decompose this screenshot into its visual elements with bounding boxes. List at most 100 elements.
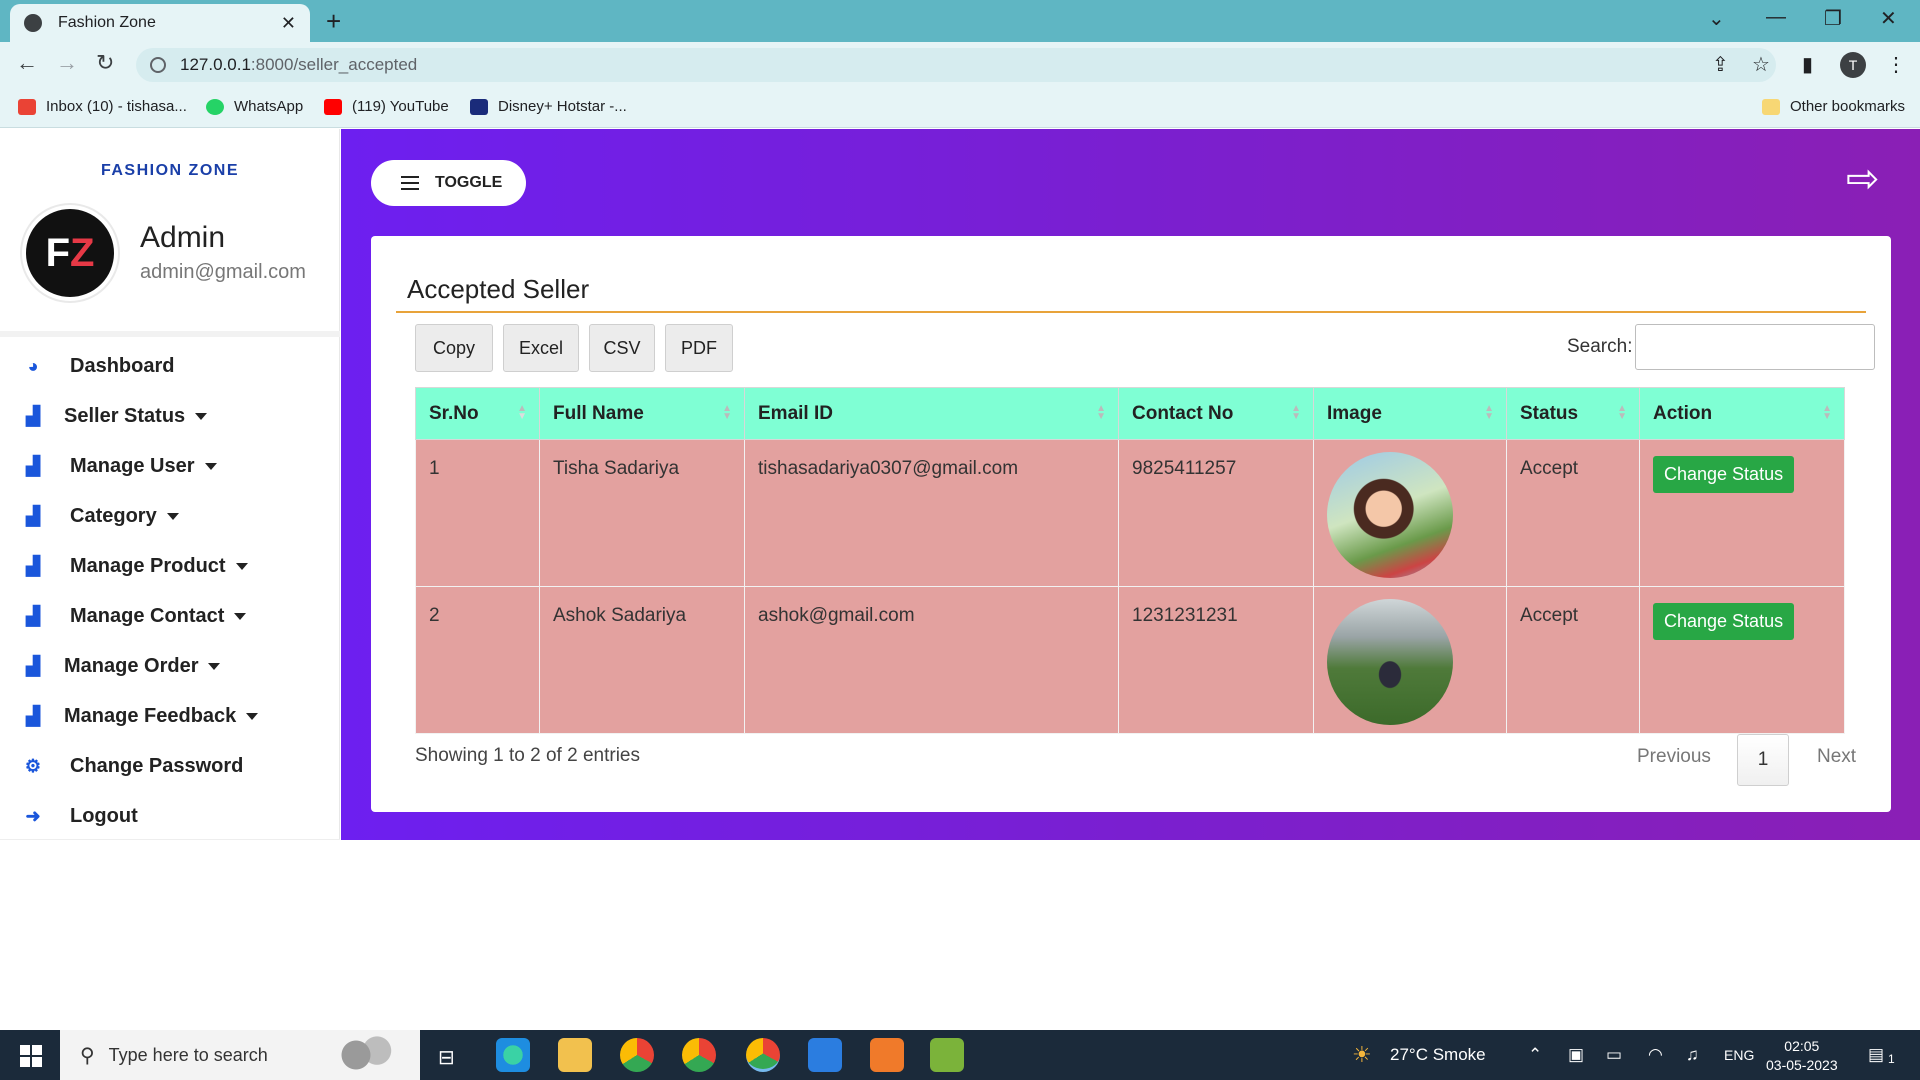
column-header-fullname[interactable]: Full Name ▲ ▼ — [539, 387, 745, 440]
column-header-label: Image — [1327, 402, 1382, 424]
sidebar-item-manage-contact[interactable]: ▟ Manage Contact — [0, 591, 340, 641]
chrome-icon[interactable] — [682, 1038, 716, 1072]
change-status-button[interactable]: Change Status — [1653, 603, 1795, 640]
column-header-email[interactable]: Email ID ▲ ▼ — [744, 387, 1119, 440]
column-header-label: Status — [1520, 402, 1579, 424]
notepad-icon[interactable] — [930, 1038, 964, 1072]
sidebar-item-manage-user[interactable]: ▟ Manage User — [0, 441, 340, 491]
sidebar-item-label: Manage Order — [64, 654, 199, 677]
new-tab-button[interactable]: + — [326, 6, 341, 37]
pdf-button[interactable]: PDF — [665, 324, 733, 372]
vscode-icon[interactable] — [808, 1038, 842, 1072]
sidebar-item-dashboard[interactable]: ◕ Dashboard — [0, 341, 340, 391]
meet-icon[interactable]: ▣ — [1568, 1045, 1584, 1065]
hotstar-icon — [470, 98, 488, 115]
sidebar-item-logout[interactable]: ➜ Logout — [0, 791, 340, 841]
whatsapp-icon — [206, 98, 224, 115]
close-tab-icon[interactable]: ✕ — [281, 13, 296, 34]
column-header-action[interactable]: Action ▲ ▼ — [1639, 387, 1845, 440]
edge-icon[interactable] — [496, 1038, 530, 1072]
cell-action: Change Status — [1639, 439, 1845, 587]
chevron-up-icon[interactable]: ⌃ — [1528, 1045, 1542, 1065]
search-input[interactable] — [1635, 324, 1875, 370]
file-explorer-icon[interactable] — [558, 1038, 592, 1072]
close-window-button[interactable]: ✕ — [1880, 6, 1897, 31]
column-header-srno[interactable]: Sr.No ▲ ▼ — [415, 387, 540, 440]
reload-button[interactable]: ↻ — [96, 50, 114, 76]
xampp-icon[interactable] — [870, 1038, 904, 1072]
table-row: 2 Ashok Sadariya ashok@gmail.com 1231231… — [415, 586, 1845, 734]
sidebar-item-manage-product[interactable]: ▟ Manage Product — [0, 541, 340, 591]
youtube-icon — [324, 98, 342, 115]
pagination-previous[interactable]: Previous — [1637, 746, 1711, 768]
sidebar-item-category[interactable]: ▟ Category — [0, 491, 340, 541]
csv-button[interactable]: CSV — [589, 324, 655, 372]
task-view-icon[interactable]: ⊟ — [438, 1045, 455, 1070]
chrome-active-icon[interactable] — [746, 1038, 780, 1072]
brand-title: FASHION ZONE — [100, 162, 239, 179]
sidebar-item-manage-feedback[interactable]: ▟ Manage Feedback — [0, 691, 340, 741]
sidebar: FASHION ZONE FZ Admin admin@gmail.com ◕ … — [0, 129, 340, 840]
column-header-image[interactable]: Image ▲ ▼ — [1313, 387, 1507, 440]
tab-search-icon[interactable]: ⌄ — [1708, 6, 1725, 31]
notifications-icon[interactable]: ▤ — [1868, 1045, 1884, 1065]
url-host: 127.0.0.1 — [180, 55, 251, 74]
clock-time: 02:05 — [1784, 1038, 1820, 1054]
excel-button[interactable]: Excel — [503, 324, 579, 372]
restore-button[interactable]: ❐ — [1824, 6, 1842, 31]
sidebar-item-seller-status[interactable]: ▟ Seller Status — [0, 391, 340, 441]
weather-text[interactable]: 27°C Smoke — [1390, 1045, 1486, 1065]
site-info-icon[interactable] — [150, 57, 166, 73]
profile-avatar[interactable]: T — [1840, 52, 1866, 78]
minimize-button[interactable]: — — [1766, 6, 1786, 29]
column-header-contact[interactable]: Contact No ▲ ▼ — [1118, 387, 1314, 440]
divider — [396, 311, 1866, 313]
language-indicator[interactable]: ENG — [1724, 1047, 1754, 1063]
bookmark-hotstar[interactable]: Disney+ Hotstar -... — [470, 98, 627, 115]
share-icon[interactable]: ⇪ — [1712, 52, 1729, 77]
bookmark-label: Disney+ Hotstar -... — [498, 98, 627, 115]
pagination-page-1[interactable]: 1 — [1737, 734, 1789, 786]
copy-button[interactable]: Copy — [415, 324, 493, 372]
change-status-button[interactable]: Change Status — [1653, 456, 1795, 493]
other-bookmarks[interactable]: Other bookmarks — [1762, 98, 1905, 115]
bookmark-gmail[interactable]: Inbox (10) - tishasa... — [18, 98, 187, 115]
toggle-button[interactable]: TOGGLE — [371, 160, 526, 206]
battery-icon[interactable]: ▭ — [1606, 1045, 1622, 1065]
chart-icon: ▟ — [26, 505, 40, 526]
browser-tab[interactable]: Fashion Zone ✕ — [10, 4, 310, 42]
caret-down-icon — [234, 612, 247, 620]
sort-icon: ▲ ▼ — [1096, 403, 1106, 422]
bookmark-label: WhatsApp — [234, 98, 304, 115]
cell-contact: 9825411257 — [1118, 439, 1314, 587]
windows-start-icon[interactable] — [20, 1045, 42, 1067]
bookmark-youtube[interactable]: (119) YouTube — [324, 98, 449, 115]
browser-tab-bar: Fashion Zone ✕ + ⌄ — ❐ ✕ — [0, 0, 1920, 42]
chrome-icon[interactable] — [620, 1038, 654, 1072]
volume-icon[interactable]: ♫ — [1686, 1045, 1699, 1065]
url-path: :8000/seller_accepted — [250, 55, 418, 74]
side-panel-icon[interactable]: ▮ — [1802, 52, 1813, 77]
back-button[interactable]: ← — [16, 50, 38, 76]
tab-title: Fashion Zone — [58, 14, 156, 31]
address-bar-row: ← → ↻ 127.0.0.1:8000/seller_accepted ⇪ ☆… — [0, 42, 1920, 88]
entries-info: Showing 1 to 2 of 2 entries — [415, 745, 640, 766]
cell-srno: 2 — [415, 586, 540, 734]
menu-icon[interactable]: ⋮ — [1886, 52, 1906, 77]
sidebar-item-manage-order[interactable]: ▟ Manage Order — [0, 641, 340, 691]
column-header-label: Full Name — [553, 402, 644, 424]
notification-count: 1 — [1888, 1052, 1895, 1066]
forward-button[interactable]: → — [56, 50, 78, 76]
column-header-label: Contact No — [1132, 402, 1234, 424]
logout-icon[interactable]: ⇨ — [1846, 159, 1880, 199]
clock[interactable]: 02:05 03-05-2023 — [1766, 1037, 1838, 1075]
url-bar[interactable]: 127.0.0.1:8000/seller_accepted — [136, 48, 1776, 82]
pagination-next[interactable]: Next — [1817, 746, 1856, 768]
column-header-status[interactable]: Status ▲ ▼ — [1506, 387, 1640, 440]
cell-contact: 1231231231 — [1118, 586, 1314, 734]
bookmark-star-icon[interactable]: ☆ — [1752, 52, 1770, 77]
bookmark-whatsapp[interactable]: WhatsApp — [206, 98, 303, 115]
sort-icon: ▲ ▼ — [1822, 403, 1832, 422]
sidebar-item-change-password[interactable]: ⚙ Change Password — [0, 741, 340, 791]
wifi-icon[interactable]: ◠ — [1648, 1045, 1663, 1065]
